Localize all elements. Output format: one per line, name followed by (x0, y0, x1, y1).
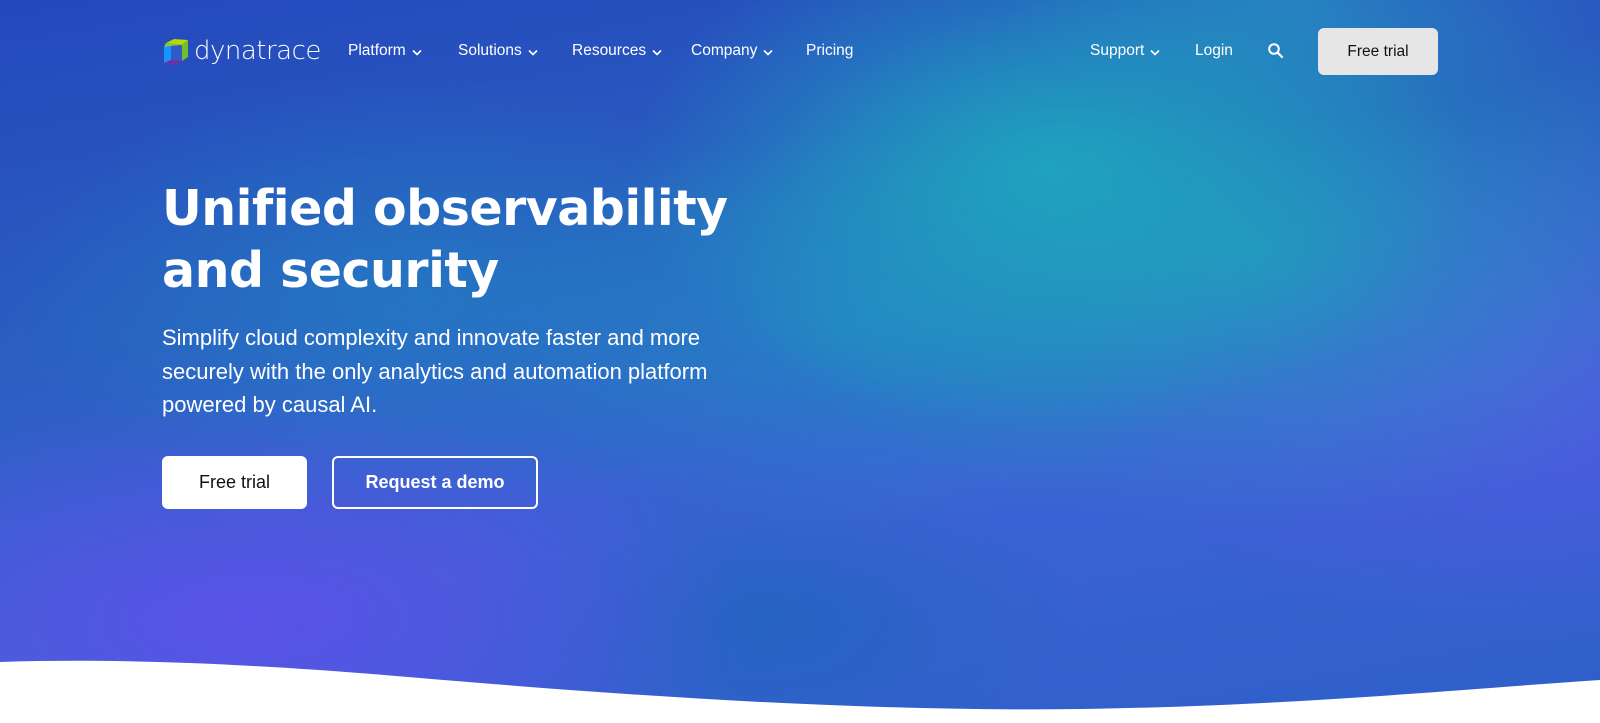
nav-item-label: Company (691, 42, 758, 59)
hero-subheading: Simplify cloud complexity and innovate f… (162, 325, 708, 417)
nav-item-label: Pricing (806, 42, 854, 59)
headline-line-2: and security (162, 242, 499, 299)
dynatrace-cube-logo-icon (164, 39, 188, 65)
hero-headline: Unified observability and security (162, 178, 862, 302)
nav-item-label: Platform (348, 42, 406, 59)
chevron-down-icon (1150, 49, 1160, 56)
logo[interactable]: dynatrace (162, 35, 321, 67)
search-icon[interactable] (1267, 42, 1285, 60)
nav-item-resources[interactable]: Resources (572, 40, 662, 62)
nav-item-solutions[interactable]: Solutions (458, 40, 538, 62)
nav-item-label: Solutions (458, 42, 522, 59)
nav-item-platform[interactable]: Platform (348, 40, 422, 62)
chevron-down-icon (528, 49, 538, 56)
request-demo-button[interactable]: Request a demo (332, 456, 538, 509)
nav-item-label: Login (1195, 42, 1233, 59)
chevron-down-icon (412, 49, 422, 56)
nav-item-login[interactable]: Login (1195, 40, 1233, 62)
logo-wordmark: dynatrace (194, 36, 321, 66)
headline-line-1: Unified observability (162, 180, 728, 237)
top-navigation: dynatrace Platform Solutions Resources C… (0, 0, 1600, 100)
nav-item-pricing[interactable]: Pricing (806, 40, 853, 62)
chevron-down-icon (763, 49, 773, 56)
hero-section: dynatrace Platform Solutions Resources C… (0, 0, 1600, 723)
nav-item-label: Support (1090, 42, 1145, 59)
chevron-down-icon (652, 49, 662, 56)
nav-item-company[interactable]: Company (691, 40, 773, 62)
nav-item-support[interactable]: Support (1090, 40, 1160, 62)
hero-free-trial-button[interactable]: Free trial (162, 456, 307, 509)
nav-free-trial-button[interactable]: Free trial (1318, 28, 1438, 75)
nav-item-label: Resources (572, 42, 647, 59)
